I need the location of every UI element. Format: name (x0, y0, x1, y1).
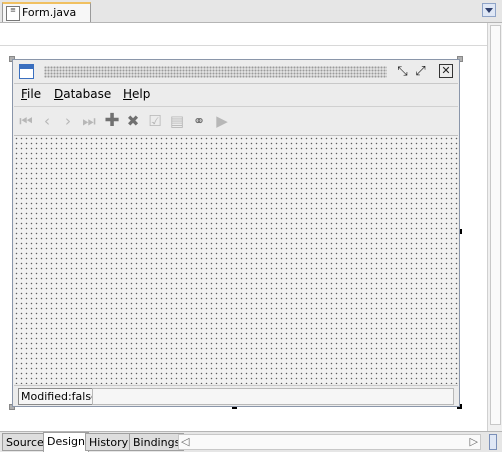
canvas-header-band (0, 23, 488, 46)
status-modified-label: Modified:false (18, 388, 101, 405)
execute-icon[interactable]: ▶ (213, 112, 231, 130)
find-icon[interactable]: ⚭ (190, 112, 208, 130)
java-file-icon: ≡ (6, 6, 20, 21)
vertical-scrollbar[interactable] (487, 23, 502, 431)
menu-database-label: atabase (63, 87, 112, 101)
last-record-icon[interactable]: ⏭ (80, 112, 98, 130)
tab-source[interactable]: Source (2, 433, 48, 451)
editor-tab-form-java[interactable]: ≡ Form.java (2, 2, 91, 22)
commit-icon[interactable]: ☑ (146, 112, 164, 130)
splitter-handle[interactable] (489, 434, 497, 450)
editor-tab-strip: ≡ Form.java (0, 0, 502, 23)
rollback-icon[interactable]: ▤ (168, 112, 186, 130)
form-frame[interactable]: ⤡ ⤢ ✕ File Database Help ⏮ ‹ › ⏭ ✚ ✖ ☑ ▤… (12, 59, 460, 407)
minimize-icon[interactable]: ⤡ (395, 64, 410, 79)
editor-tab-label: Form.java (22, 6, 77, 19)
next-record-icon[interactable]: › (59, 112, 77, 130)
form-toolbar: ⏮ ‹ › ⏭ ✚ ✖ ☑ ▤ ⚭ ▶ (14, 107, 458, 136)
vertical-scrollbar-thumb[interactable] (490, 25, 501, 425)
tab-bindings[interactable]: Bindings (129, 433, 185, 451)
horizontal-scrollbar[interactable]: ◁ ▷ (178, 434, 481, 450)
close-icon[interactable]: ✕ (439, 64, 453, 78)
form-content-panel[interactable] (14, 136, 458, 384)
scroll-left-icon[interactable]: ◁ (181, 435, 189, 449)
title-bar-grip (44, 66, 387, 78)
editor-bottom-bar: Source Design History Bindings ◁ ▷ (0, 431, 502, 452)
menu-file[interactable]: File (21, 87, 41, 101)
scroll-right-icon[interactable]: ▷ (470, 435, 478, 449)
add-icon[interactable]: ✚ (103, 112, 121, 130)
menu-database[interactable]: Database (54, 87, 111, 101)
previous-record-icon[interactable]: ‹ (38, 112, 56, 130)
menu-help-label: elp (132, 87, 151, 101)
first-record-icon[interactable]: ⏮ (17, 112, 35, 130)
form-title-bar: ⤡ ⤢ ✕ (14, 61, 458, 84)
form-menu-bar: File Database Help (14, 84, 458, 107)
form-status-bar: Modified:false (14, 385, 458, 406)
tab-list-dropdown-button[interactable] (482, 3, 496, 17)
delete-icon[interactable]: ✖ (124, 112, 142, 130)
menu-database-mnemonic: D (54, 87, 64, 101)
window-icon (19, 64, 34, 79)
tab-design[interactable]: Design (43, 432, 89, 452)
tab-history[interactable]: History (85, 433, 133, 451)
menu-help[interactable]: Help (123, 87, 150, 101)
menu-help-mnemonic: H (123, 87, 133, 101)
status-field (92, 388, 454, 405)
maximize-icon[interactable]: ⤢ (413, 64, 428, 79)
menu-file-label: ile (27, 87, 42, 101)
